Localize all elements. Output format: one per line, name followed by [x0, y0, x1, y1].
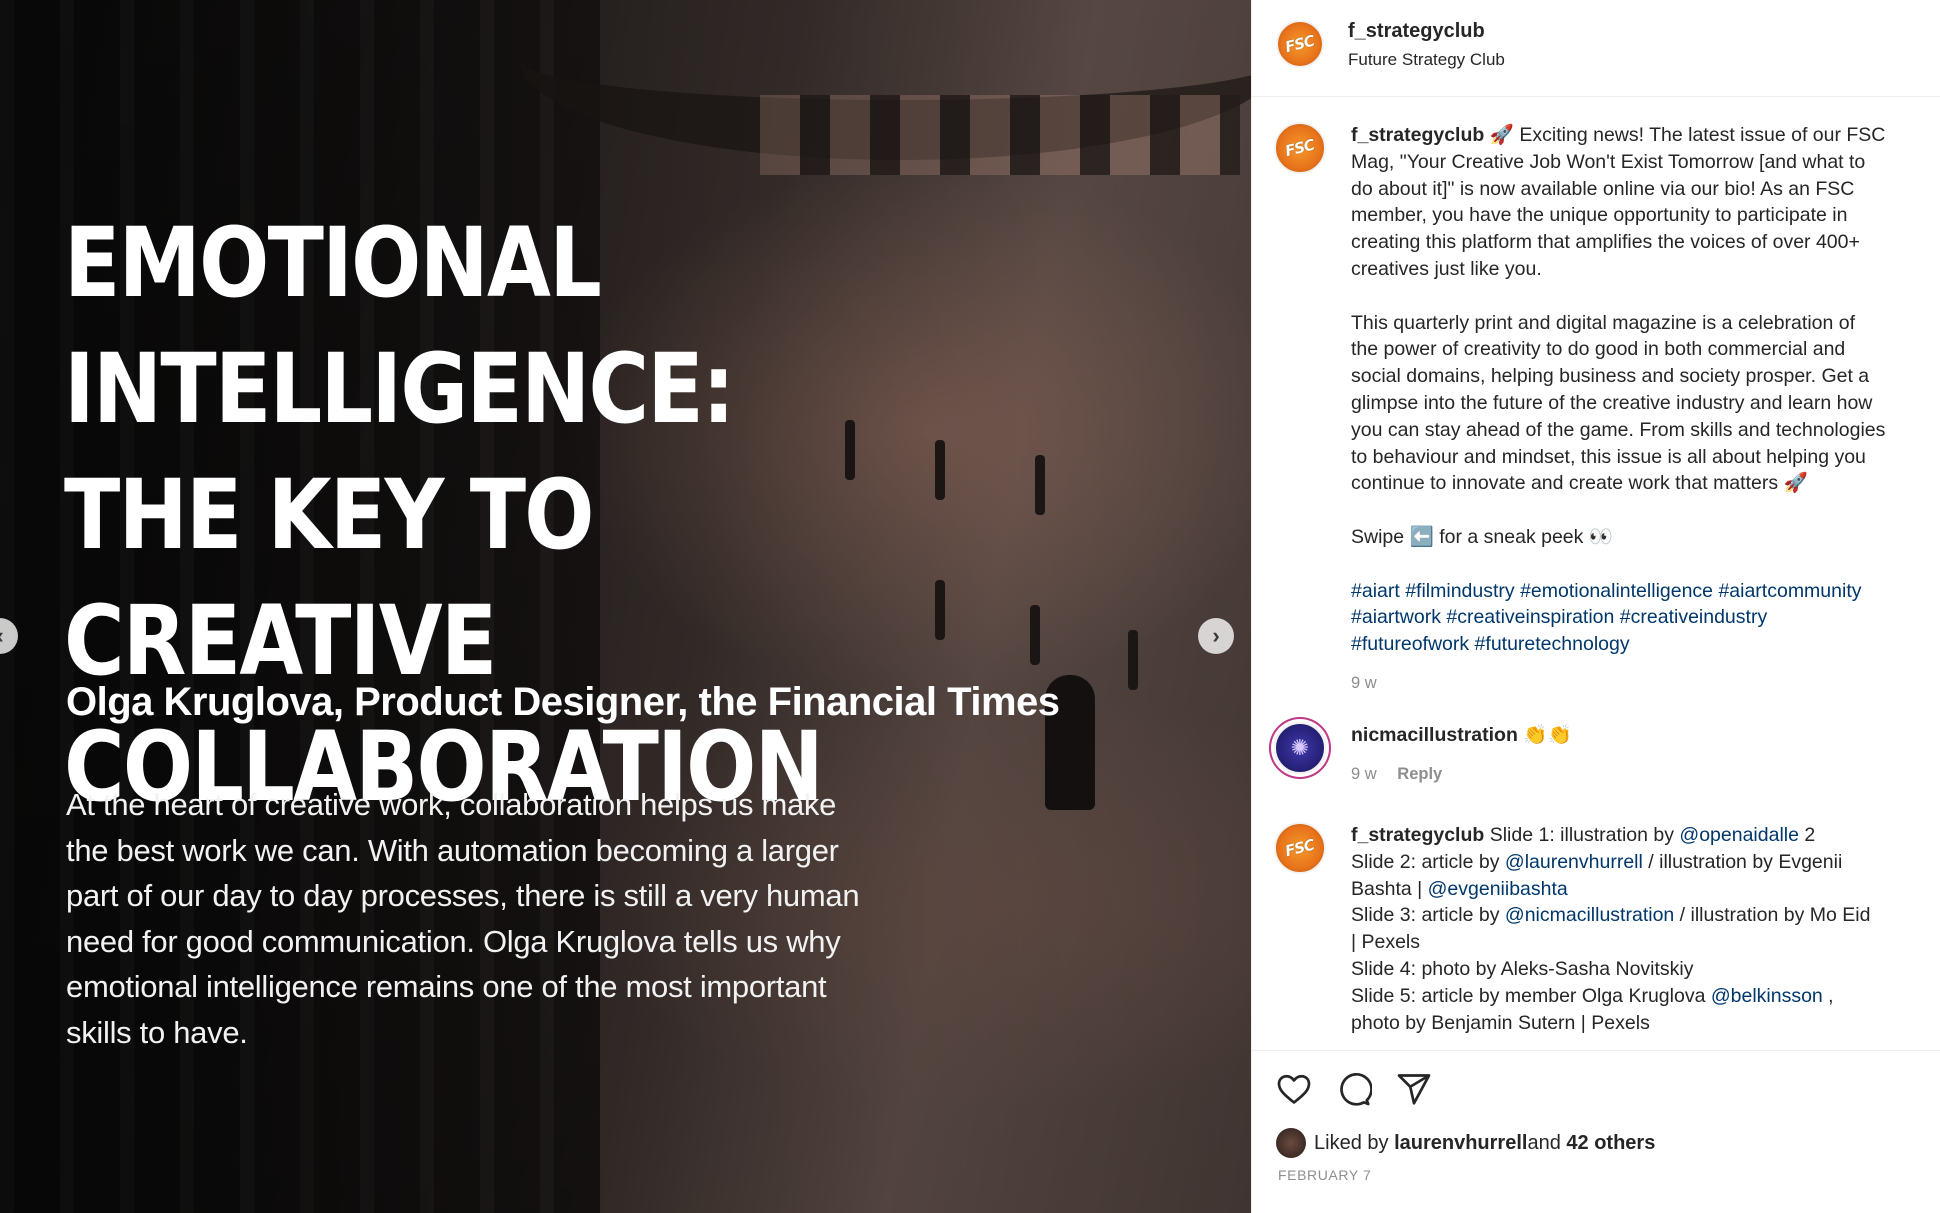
intro-line: need for good communication. Olga Kruglo… [66, 923, 841, 959]
avatar[interactable]: FSC [1274, 122, 1326, 174]
illustration-avatar-icon: ✺ [1290, 735, 1310, 760]
avatar[interactable]: FSC [1274, 822, 1326, 874]
comment-age[interactable]: 9 w [1351, 765, 1377, 783]
mention-link[interactable]: @laurenvhurrell [1505, 851, 1643, 873]
caption-line: continue to innovate and create work tha… [1351, 472, 1808, 495]
heart-icon [1277, 1074, 1311, 1104]
comment-text: | Pexels [1351, 931, 1421, 954]
likes-mid: and [1527, 1131, 1561, 1154]
likes-summary: Liked by laurenvhurrell and 42 others [1276, 1128, 1655, 1158]
slide-byline: Olga Kruglova, Product Designer, the Fin… [66, 680, 1060, 724]
likes-count[interactable]: 42 others [1566, 1132, 1655, 1155]
caption-line: creating this platform that amplifies th… [1351, 231, 1860, 254]
caption-line: to behaviour and mindset, this issue is … [1351, 445, 1866, 468]
comment-text: 2 [1798, 824, 1816, 846]
comments-list[interactable]: FSC f_strategyclub 🚀 Exciting news! The … [1252, 98, 1940, 1050]
post-date[interactable]: FEBRUARY 7 [1278, 1167, 1371, 1183]
post-sidebar: FSC f_strategyclub Future Strategy Club … [1251, 0, 1940, 1213]
caption-body: f_strategyclub 🚀 Exciting news! The late… [1351, 122, 1936, 697]
liker-username[interactable]: laurenvhurrell [1394, 1132, 1527, 1155]
hashtags-line[interactable]: #aiartwork #creativeinspiration #creativ… [1351, 604, 1936, 631]
mention-link[interactable]: @belkinsson [1711, 985, 1823, 1007]
intro-line: skills to have. [66, 1014, 248, 1050]
caption-line: creatives just like you. [1351, 257, 1542, 280]
comment-text: photo by Benjamin Sutern | Pexels [1351, 1011, 1650, 1034]
caption-line: social domains, helping business and soc… [1351, 365, 1870, 388]
caption-username[interactable]: f_strategyclub [1351, 124, 1484, 146]
comment-text: Slide 4: photo by Aleks-Sasha Novitskiy [1351, 957, 1694, 980]
caption-line: member, you have the unique opportunity … [1351, 204, 1848, 227]
comment-text: , [1822, 984, 1834, 1007]
share-button[interactable] [1396, 1071, 1436, 1111]
like-button[interactable] [1276, 1071, 1316, 1111]
caption-line: the power of creativity to do good in bo… [1351, 338, 1846, 361]
comment-button[interactable] [1336, 1071, 1376, 1111]
fsc-logo: FSC [1283, 31, 1317, 57]
chevron-right-icon: › [1212, 623, 1220, 648]
caption-line: you can stay ahead of the game. From ski… [1351, 418, 1886, 441]
comment-text: / illustration by Mo Eid [1674, 904, 1871, 927]
mention-link[interactable]: @openaidalle [1679, 824, 1799, 846]
caption-line: Mag, "Your Creative Job Won't Exist Tomo… [1351, 150, 1866, 173]
comment-body: nicmacillustration 👏👏 9 w Reply [1351, 722, 1936, 788]
headline-line: EMOTIONAL INTELLIGENCE: [64, 207, 735, 445]
comment-username[interactable]: f_strategyclub [1351, 824, 1484, 846]
reply-button[interactable]: Reply [1397, 765, 1442, 783]
comment-text: Slide 2: article by [1351, 850, 1505, 873]
caption-age[interactable]: 9 w [1351, 674, 1377, 692]
swipe-hint: Swipe ⬅️ for a sneak peek 👀 [1351, 525, 1614, 548]
intro-line: At the heart of creative work, collabora… [66, 787, 837, 822]
liker-avatar[interactable] [1276, 1128, 1306, 1158]
next-slide-button[interactable]: › [1198, 618, 1234, 654]
headline-line: THE KEY TO CREATIVE [64, 459, 594, 697]
comment-text: Slide 5: article by member Olga Kruglova [1351, 984, 1711, 1007]
comment-text: Bashta | [1351, 877, 1428, 900]
comment-text: Slide 3: article by [1351, 904, 1505, 927]
comment-meta: 9 w Reply [1351, 761, 1936, 788]
mention-link[interactable]: @nicmacillustration [1505, 904, 1674, 926]
caption-line: do about it]" is now available online vi… [1351, 177, 1855, 200]
post-header: FSC f_strategyclub Future Strategy Club [1252, 0, 1940, 97]
likes-prefix: Liked by [1314, 1131, 1389, 1154]
post-media[interactable]: EMOTIONAL INTELLIGENCE: THE KEY TO CREAT… [0, 0, 1251, 1213]
slide-headline: EMOTIONAL INTELLIGENCE: THE KEY TO CREAT… [64, 200, 1027, 830]
hashtags-line[interactable]: #aiart #filmindustry #emotionalintellige… [1351, 578, 1936, 605]
chevron-left-icon: ‹ [0, 623, 4, 649]
hashtags-line[interactable]: #futureofwork #futuretechnology [1351, 631, 1936, 658]
caption-meta: 9 w [1351, 670, 1936, 697]
caption-line: 🚀 Exciting news! The latest issue of our… [1484, 124, 1886, 146]
header-subtitle: Future Strategy Club [1348, 50, 1505, 69]
mention-link[interactable]: @evgeniibashta [1428, 878, 1568, 900]
comment-text: / illustration by Evgenii [1642, 850, 1843, 873]
fsc-logo: FSC [1283, 835, 1317, 861]
comment-icon [1340, 1073, 1373, 1106]
avatar[interactable]: FSC [1276, 20, 1324, 68]
slide-intro: At the heart of creative work, collabora… [66, 782, 966, 1055]
comment-text: 👏👏 [1517, 724, 1572, 746]
comment-username[interactable]: nicmacillustration [1351, 724, 1518, 746]
header-username[interactable]: f_strategyclub [1348, 20, 1485, 43]
intro-line: part of our day to day processes, there … [66, 878, 860, 913]
caption-line: glimpse into the future of the creative … [1351, 391, 1873, 414]
avatar[interactable]: ✺ [1274, 722, 1326, 774]
comment-text: Slide 1: illustration by [1484, 824, 1680, 846]
fsc-logo: FSC [1283, 135, 1317, 161]
intro-line: emotional intelligence remains one of th… [66, 969, 827, 1004]
share-icon [1397, 1074, 1431, 1105]
action-bar: Liked by laurenvhurrell and 42 others FE… [1252, 1050, 1940, 1213]
caption-line: This quarterly print and digital magazin… [1351, 311, 1856, 334]
comment-body: f_strategyclub Slide 1: illustration by … [1351, 822, 1936, 1036]
intro-line: the best work we can. With automation be… [66, 832, 839, 868]
